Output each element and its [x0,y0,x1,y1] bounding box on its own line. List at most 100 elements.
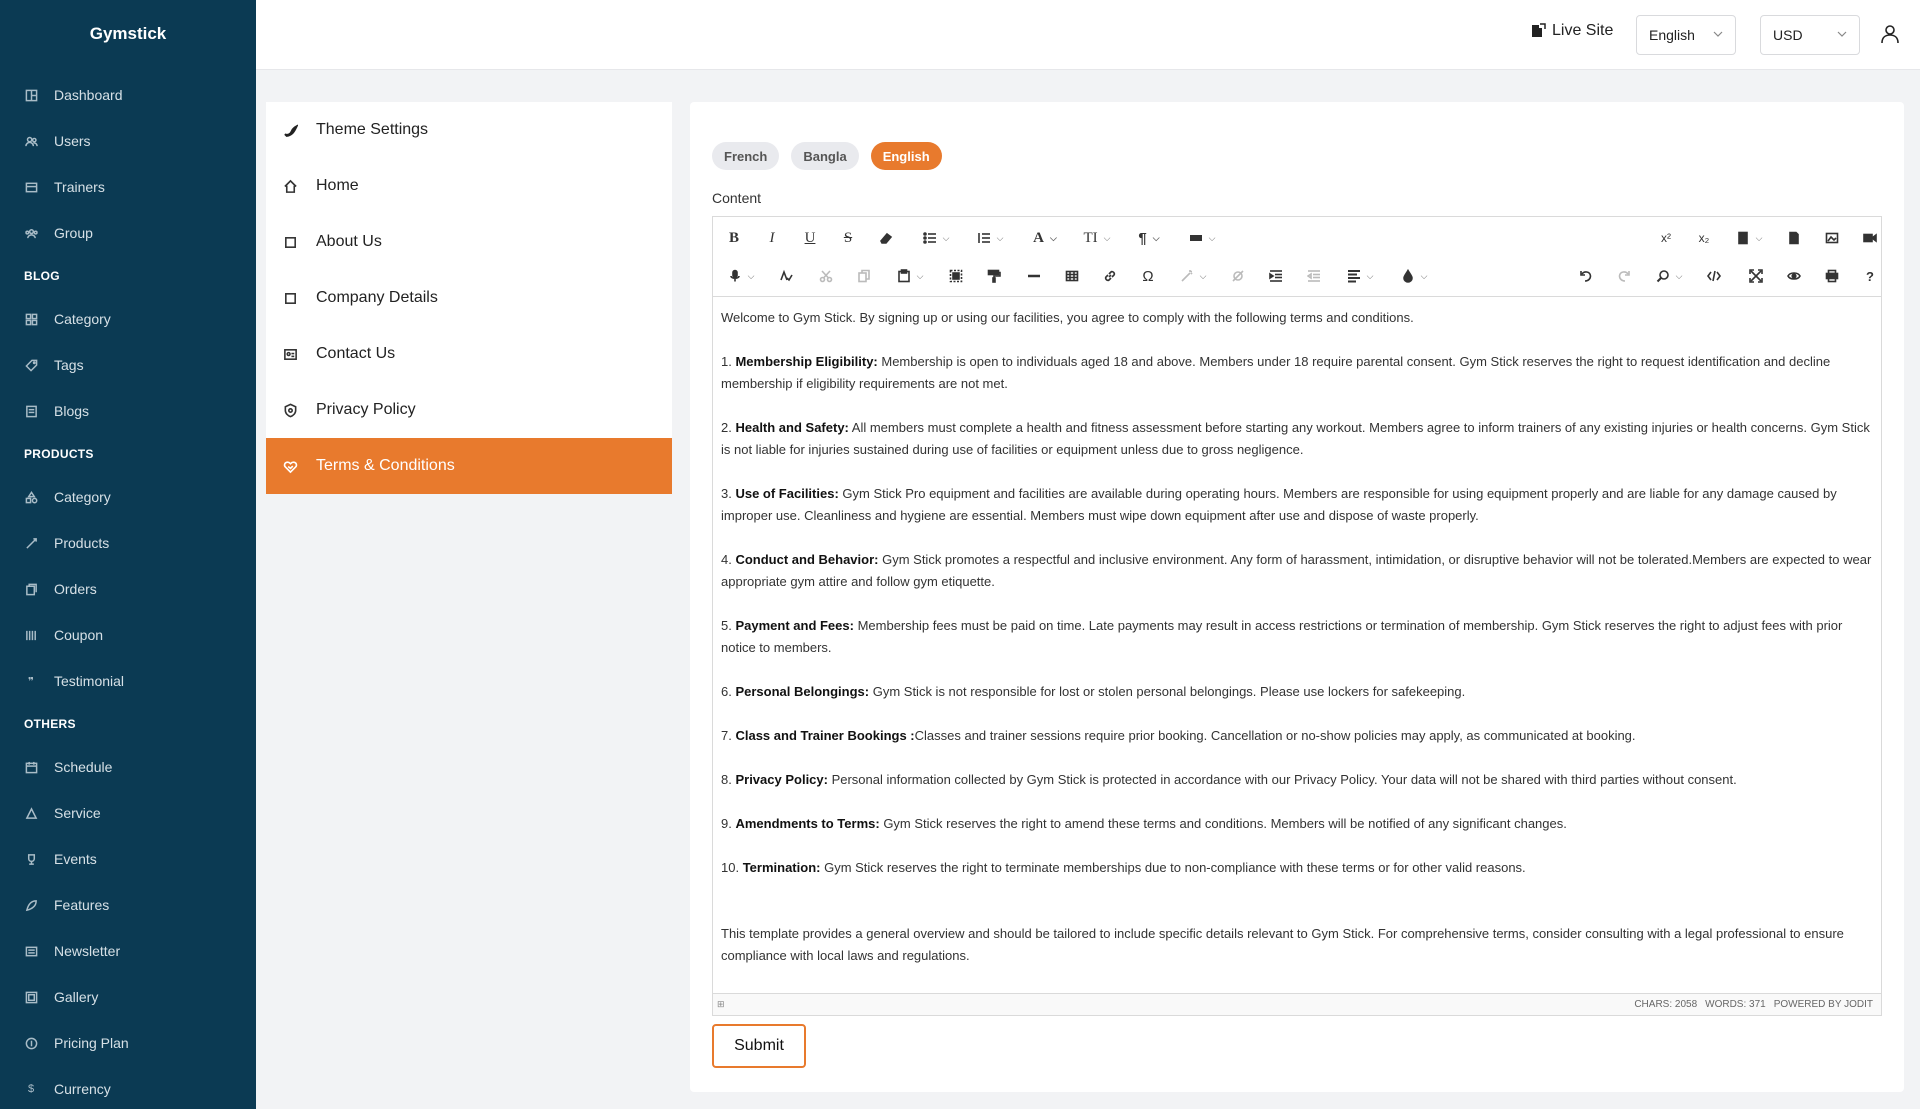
document-button[interactable] [1779,219,1809,257]
bullet-list-button[interactable]: ⌵ [913,219,959,257]
sidebar-item-tags[interactable]: Tags [0,342,256,388]
outdent-button[interactable] [1299,257,1329,295]
fullscreen-icon [1749,269,1763,283]
numbered-list-button[interactable]: ⌵ [967,219,1013,257]
menu-item-home[interactable]: Home [266,158,672,214]
paste-button[interactable]: ⌵ [887,257,933,295]
special-character-button[interactable]: Ω [1133,257,1163,295]
cut-button[interactable] [811,257,841,295]
resize-handle-icon[interactable]: ⊞ [717,999,727,1009]
subscript-button[interactable]: x₂ [1689,219,1719,257]
source-code-button[interactable] [1699,257,1729,295]
ai-assistant-button[interactable]: ⌵ [1171,257,1215,295]
sidebar-item-features[interactable]: Features [0,882,256,928]
copy-format-button[interactable] [979,257,1009,295]
italic-button[interactable]: I [757,219,787,257]
find-button[interactable]: ⌵ [1647,257,1691,295]
indent-button[interactable] [1261,257,1291,295]
menu-item-theme-settings[interactable]: Theme Settings [266,102,672,158]
bold-button[interactable]: B [719,219,749,257]
user-icon[interactable] [1880,24,1900,44]
sidebar-item-products[interactable]: Products [0,520,256,566]
sidebar-item-coupon[interactable]: Coupon [0,612,256,658]
eraser-button[interactable] [871,219,901,257]
clean-button[interactable] [1223,257,1253,295]
sidebar-item-product-category[interactable]: Category [0,474,256,520]
underline-button[interactable]: U [795,219,825,257]
powered-by[interactable]: POWERED BY JODIT [1774,999,1873,1010]
font-button[interactable]: A ⌵ [1023,219,1067,257]
menu-item-company-details[interactable]: Company Details [266,270,672,326]
clause-title: Health and Safety: [735,420,849,435]
spellcheck-button[interactable] [771,257,801,295]
speech-button[interactable]: ⌵ [719,257,763,295]
align-button[interactable]: ⌵ [1337,257,1383,295]
sidebar-item-newsletter[interactable]: Newsletter [0,928,256,974]
clause-text: Gym Stick is not responsible for lost or… [869,684,1466,699]
sidebar-item-dashboard[interactable]: Dashboard [0,72,256,118]
live-site-link[interactable]: Live Site [1530,22,1613,40]
lang-tab-french[interactable]: French [712,142,780,170]
file-button[interactable]: ⌵ [1727,219,1771,257]
numbered-list-icon [977,233,990,243]
link-button[interactable] [1095,257,1125,295]
terms-intro: Welcome to Gym Stick. By signing up or u… [721,310,1414,325]
sidebar-item-testimonial[interactable]: ❞ Testimonial [0,658,256,704]
language-select[interactable]: English [1636,15,1736,55]
print-icon [1825,269,1839,283]
brand-logo[interactable]: Gymstick [0,0,256,68]
sidebar-item-schedule[interactable]: Schedule [0,744,256,790]
clause-text: Membership is open to individuals aged 1… [721,354,1831,391]
sidebar-item-gallery[interactable]: Gallery [0,974,256,1020]
sidebar-item-blogs[interactable]: Blogs [0,388,256,434]
print-button[interactable] [1817,257,1847,295]
table-button[interactable] [1057,257,1087,295]
select-all-button[interactable] [941,257,971,295]
editor-content[interactable]: Welcome to Gym Stick. By signing up or u… [713,297,1881,992]
undo-button[interactable] [1571,257,1601,295]
sidebar-item-blog-category[interactable]: Category [0,296,256,342]
copy-button[interactable] [849,257,879,295]
currency-select[interactable]: USD [1760,15,1860,55]
superscript-button[interactable]: x² [1651,219,1681,257]
strikethrough-button[interactable]: S [833,219,863,257]
preview-button[interactable] [1779,257,1809,295]
sidebar-item-orders[interactable]: Orders [0,566,256,612]
clause-title: Privacy Policy: [735,772,828,787]
clause-title: Membership Eligibility: [735,354,878,369]
home-icon [282,178,298,194]
horizontal-line-button[interactable] [1019,257,1049,295]
gallery-icon [24,990,38,1004]
file-icon [1737,231,1748,245]
clause-text: Membership fees must be paid on time. La… [721,618,1843,655]
lang-tab-english[interactable]: English [870,142,942,170]
clause-number: 10. [721,860,740,875]
sidebar-item-pricing-plan[interactable]: Pricing Plan [0,1020,256,1066]
clause-title: Personal Belongings: [735,684,870,699]
sidebar-item-service[interactable]: Service [0,790,256,836]
sidebar-item-trainers[interactable]: Trainers [0,164,256,210]
sidebar-item-events[interactable]: Events [0,836,256,882]
fullscreen-button[interactable] [1741,257,1771,295]
sidebar-item-currency[interactable]: $ Currency [0,1066,256,1109]
menu-item-contact-us[interactable]: Contact Us [266,326,672,382]
line-height-button[interactable]: ⌵ [1179,219,1225,257]
code-icon [1707,270,1721,282]
video-button[interactable] [1855,219,1885,257]
lang-tab-bangla[interactable]: Bangla [791,142,859,170]
submit-button[interactable]: Submit [712,1024,806,1068]
font-size-button[interactable]: TI ⌵ [1075,219,1119,257]
sidebar-item-label: Trainers [54,179,105,195]
menu-item-terms-conditions[interactable]: Terms & Conditions [266,438,672,494]
toolbar-row-2: ⌵ ⌵ Ω ⌵ ⌵ ⌵ ⌵ ? [713,257,1881,295]
color-button[interactable]: ⌵ [1391,257,1437,295]
sidebar-item-users[interactable]: Users [0,118,256,164]
help-button[interactable]: ? [1855,257,1885,295]
menu-item-privacy-policy[interactable]: Privacy Policy [266,382,672,438]
redo-button[interactable] [1609,257,1639,295]
menu-item-about-us[interactable]: About Us [266,214,672,270]
sidebar-item-group[interactable]: Group [0,210,256,256]
paragraph-button[interactable]: ¶ ⌵ [1127,219,1171,257]
image-button[interactable] [1817,219,1847,257]
